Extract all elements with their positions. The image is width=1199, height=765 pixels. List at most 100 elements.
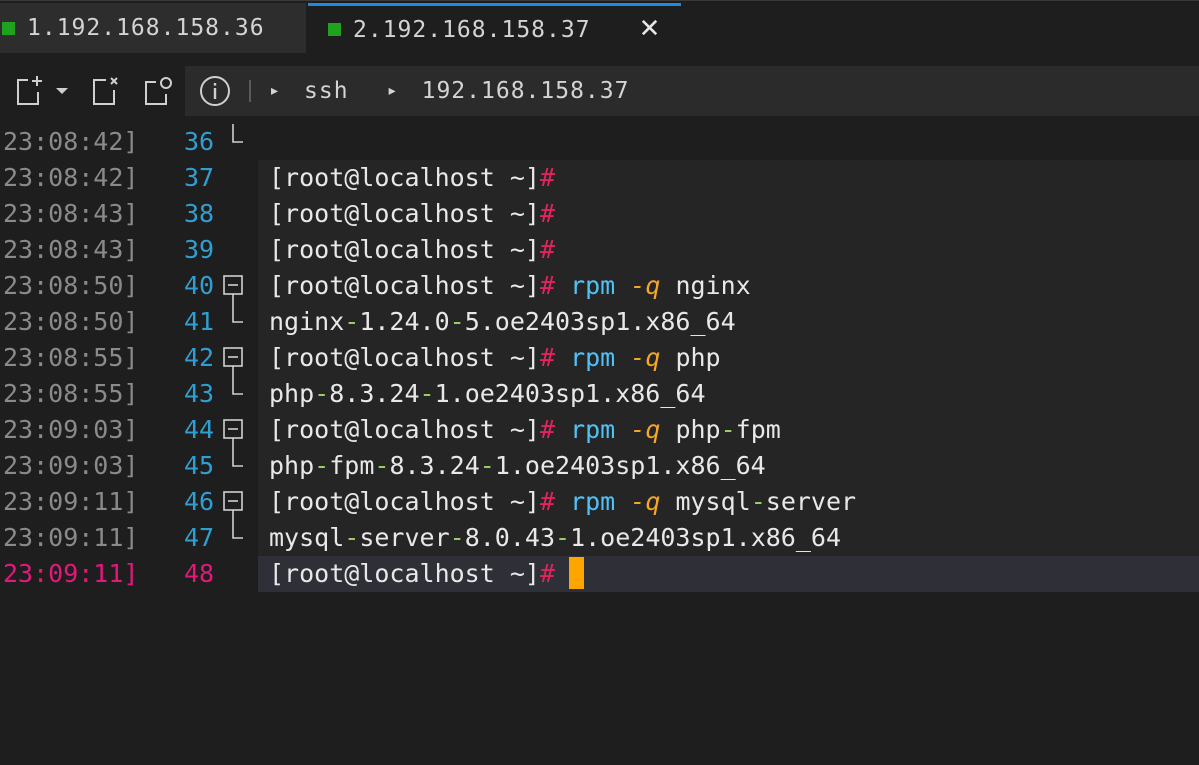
breadcrumb-arrow-icon: ▸ xyxy=(388,83,396,99)
shell-prompt: [root@localhost ~] xyxy=(269,343,540,372)
fold-toggle-icon[interactable] xyxy=(222,340,246,376)
close-tab-icon[interactable] xyxy=(88,74,122,108)
command-option: -q xyxy=(630,415,661,444)
line-content: [root@localhost ~]# rpm -q php-fpm xyxy=(269,412,781,448)
line-number: 40 xyxy=(184,271,215,300)
terminal-line: 23:08:42] 37 [root@localhost ~]# xyxy=(0,160,1199,196)
command-output: nginx-1.24.0-5.oe2403sp1.x86_64 xyxy=(269,307,736,336)
tab-label: 2.192.168.158.37 xyxy=(353,16,591,43)
line-content: [root@localhost ~]# xyxy=(269,196,555,232)
timestamp: 23:08:55] xyxy=(3,379,139,408)
command-argument: php-fpm xyxy=(675,415,781,444)
command-output: php-fpm-8.3.24-1.oe2403sp1.x86_64 xyxy=(269,451,766,480)
fold-end-icon xyxy=(222,124,246,160)
breadcrumb-arrow-icon: ▸ xyxy=(271,83,279,99)
line-content: php-fpm-8.3.24-1.oe2403sp1.x86_64 xyxy=(269,448,766,484)
line-number: 46 xyxy=(184,487,215,516)
timestamp: 23:08:42] xyxy=(3,163,139,192)
command-name: rpm xyxy=(570,487,616,516)
timestamp: 23:08:55] xyxy=(3,343,139,372)
line-content: nginx-1.24.0-5.oe2403sp1.x86_64 xyxy=(269,304,736,340)
terminal-line: 23:09:03] 45 php-fpm-8.3.24-1.oe2403sp1.x8… xyxy=(0,448,1199,484)
command-name: rpm xyxy=(570,271,616,300)
prompt-hash: # xyxy=(539,271,555,300)
info-icon[interactable] xyxy=(199,75,231,107)
shell-prompt: [root@localhost ~] xyxy=(269,487,540,516)
breadcrumb-protocol[interactable]: ssh xyxy=(304,78,349,104)
timestamp: 23:09:11] xyxy=(3,523,139,552)
timestamp: 23:09:03] xyxy=(3,415,139,444)
timestamp: 23:08:50] xyxy=(3,307,139,336)
timestamp: 23:08:42] xyxy=(3,127,139,156)
line-content: [root@localhost ~]# xyxy=(269,160,555,196)
command-option: -q xyxy=(630,343,661,372)
line-number: 45 xyxy=(184,451,215,480)
terminal-line: 23:08:43] 39 [root@localhost ~]# xyxy=(0,232,1199,268)
prompt-hash: # xyxy=(539,199,555,228)
terminal-line: 23:08:55] 43 php-8.3.24-1.oe2403sp1.x86_64 xyxy=(0,376,1199,412)
fold-end-icon xyxy=(222,448,246,484)
line-number: 42 xyxy=(184,343,215,372)
line-number: 37 xyxy=(184,163,215,192)
shell-prompt: [root@localhost ~] xyxy=(269,559,540,588)
shell-prompt: [root@localhost ~] xyxy=(269,163,540,192)
line-content: [root@localhost ~]# rpm -q nginx xyxy=(269,268,751,304)
line-number: 44 xyxy=(184,415,215,444)
terminal-line-current: 23:09:11] 48 [root@localhost ~]# xyxy=(0,556,1199,592)
fold-end-icon xyxy=(222,376,246,412)
new-tab-icon[interactable] xyxy=(12,74,46,108)
shell-prompt: [root@localhost ~] xyxy=(269,199,540,228)
tab-label: 1.192.168.158.36 xyxy=(27,15,265,41)
duplicate-tab-icon[interactable] xyxy=(140,74,174,108)
prompt-hash: # xyxy=(539,235,555,264)
line-content: [root@localhost ~]# rpm -q php xyxy=(269,340,721,376)
fold-toggle-icon[interactable] xyxy=(222,412,246,448)
fold-end-icon xyxy=(222,520,246,556)
timestamp: 23:08:50] xyxy=(3,271,139,300)
command-name: rpm xyxy=(570,415,616,444)
command-output: mysql-server-8.0.43-1.oe2403sp1.x86_64 xyxy=(269,523,842,552)
shell-prompt: [root@localhost ~] xyxy=(269,235,540,264)
fold-toggle-icon[interactable] xyxy=(222,484,246,520)
command-option: -q xyxy=(630,271,661,300)
session-tab-2[interactable]: 2.192.168.158.37 ✕ xyxy=(308,3,681,53)
timestamp: 23:08:43] xyxy=(3,235,139,264)
prompt-hash: # xyxy=(539,559,555,588)
tab-bar: 1.192.168.158.36 2.192.168.158.37 ✕ xyxy=(0,0,1199,53)
prompt-hash: # xyxy=(539,487,555,516)
command-argument: mysql-server xyxy=(675,487,857,516)
prompt-hash: # xyxy=(539,343,555,372)
line-number: 41 xyxy=(184,307,215,336)
address-breadcrumb-bar: ▸ ssh ▸ 192.168.158.37 xyxy=(185,66,1199,116)
command-option: -q xyxy=(630,487,661,516)
timestamp: 23:09:03] xyxy=(3,451,139,480)
terminal-line: 23:08:55] 42 [root@localhost ~]# rpm -q ph… xyxy=(0,340,1199,376)
line-number: 39 xyxy=(184,235,215,264)
session-tab-1[interactable]: 1.192.168.158.36 xyxy=(0,3,306,53)
line-number: 47 xyxy=(184,523,215,552)
terminal-line: 23:08:43] 38 [root@localhost ~]# xyxy=(0,196,1199,232)
terminal-line: 23:09:11] 47 mysql-server-8.0.43-1.oe2403s… xyxy=(0,520,1199,556)
tab-actions xyxy=(0,66,185,116)
terminal-line: 23:08:50] 40 [root@localhost ~]# rpm -q ng… xyxy=(0,268,1199,304)
line-number: 38 xyxy=(184,199,215,228)
toolbar: ▸ ssh ▸ 192.168.158.37 xyxy=(0,66,1199,116)
line-number: 36 xyxy=(184,127,215,156)
shell-prompt: [root@localhost ~] xyxy=(269,271,540,300)
terminal-line: 23:09:11] 46 [root@localhost ~]# rpm -q my… xyxy=(0,484,1199,520)
command-output: php-8.3.24-1.oe2403sp1.x86_64 xyxy=(269,379,706,408)
connected-status-icon xyxy=(2,21,15,35)
line-number: 48 xyxy=(184,559,215,588)
command-argument: nginx xyxy=(675,271,751,300)
fold-toggle-icon[interactable] xyxy=(222,268,246,304)
line-content: php-8.3.24-1.oe2403sp1.x86_64 xyxy=(269,376,706,412)
dropdown-arrow-icon[interactable] xyxy=(50,74,74,108)
breadcrumb-host[interactable]: 192.168.158.37 xyxy=(422,78,630,104)
terminal-line: 23:08:42] 36 xyxy=(0,124,1199,160)
line-number: 43 xyxy=(184,379,215,408)
terminal-output[interactable]: 23:08:42] 36 23:08:42] 37 [root@localhost ~]… xyxy=(0,124,1199,765)
shell-prompt: [root@localhost ~] xyxy=(269,415,540,444)
terminal-line: 23:09:03] 44 [root@localhost ~]# rpm -q ph… xyxy=(0,412,1199,448)
line-content: [root@localhost ~]# rpm -q mysql-server xyxy=(269,484,856,520)
close-tab-icon[interactable]: ✕ xyxy=(637,16,663,42)
